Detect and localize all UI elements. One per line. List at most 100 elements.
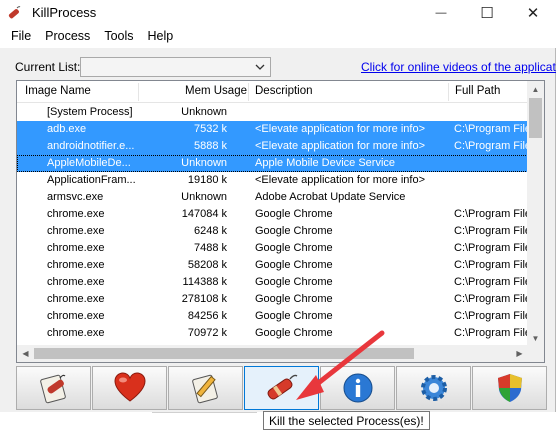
kill-selected-process-button[interactable] xyxy=(244,366,319,410)
table-row[interactable]: chrome.exe 7488 k Google Chrome C:\Program … xyxy=(17,240,528,257)
table-row[interactable]: chrome.exe 6248 k Google Chrome C:\Program … xyxy=(17,223,528,240)
cell-full-path: C:\Program File xyxy=(454,208,528,220)
cell-image-name: adb.exe xyxy=(47,123,87,135)
cell-mem-usage: 84256 k xyxy=(187,310,227,322)
table-row[interactable]: chrome.exe 114388 k Google Chrome C:\Progra… xyxy=(17,274,528,291)
horizontal-scrollbar[interactable]: ◀ ▶ xyxy=(17,345,528,362)
cell-image-name: chrome.exe xyxy=(47,293,105,305)
cell-mem-usage: Unknown xyxy=(181,191,227,203)
scroll-up-arrow-icon[interactable]: ▲ xyxy=(527,81,544,98)
cell-image-name: AppleMobileDe... xyxy=(47,157,131,169)
minimize-icon: — xyxy=(435,7,447,19)
info-icon xyxy=(343,373,372,403)
title-bar[interactable]: KillProcess — ☐ ✕ xyxy=(0,0,556,26)
cell-description: Google Chrome xyxy=(255,327,333,339)
close-icon: ✕ xyxy=(526,5,540,22)
scroll-right-arrow-icon[interactable]: ▶ xyxy=(511,345,528,362)
cell-description: Google Chrome xyxy=(255,242,333,254)
settings-button[interactable] xyxy=(396,366,471,410)
menu-process[interactable]: Process xyxy=(38,26,97,48)
favorites-button[interactable] xyxy=(92,366,167,410)
background-window-fragment xyxy=(152,412,257,428)
horizontal-scroll-thumb[interactable] xyxy=(34,348,414,359)
column-description[interactable]: Description xyxy=(255,81,313,103)
shield-icon xyxy=(497,374,522,402)
cell-mem-usage: Unknown xyxy=(181,157,227,169)
column-mem-usage[interactable]: Mem Usage xyxy=(185,81,247,103)
close-button[interactable]: ✕ xyxy=(510,0,556,26)
menu-help[interactable]: Help xyxy=(141,26,181,48)
table-row[interactable]: chrome.exe 84256 k Google Chrome C:\Program… xyxy=(17,308,528,325)
table-row[interactable]: ApplicationFram... 19180 k <Elevate applic… xyxy=(17,172,528,189)
online-videos-link[interactable]: Click for online videos of the applicati… xyxy=(361,60,556,74)
cell-image-name: armsvc.exe xyxy=(47,191,104,203)
cell-full-path: C:\Program File xyxy=(454,140,528,152)
current-list-label: Current List: xyxy=(15,60,81,74)
cell-description: Google Chrome xyxy=(255,259,333,271)
list-header: Image Name Mem Usage Description Full Pa… xyxy=(17,81,528,103)
column-divider[interactable] xyxy=(448,83,449,101)
dynamite-app-icon xyxy=(8,6,21,19)
cell-description: <Elevate application for more info> xyxy=(255,140,425,152)
cell-description: Google Chrome xyxy=(255,310,333,322)
killprocess-window: KillProcess — ☐ ✕ File Process Tools Hel… xyxy=(0,0,556,412)
cell-mem-usage: 6248 k xyxy=(193,225,227,237)
column-divider[interactable] xyxy=(138,83,139,101)
cell-description: Google Chrome xyxy=(255,276,333,288)
table-row[interactable]: chrome.exe 58208 k Google Chrome C:\Program… xyxy=(17,257,528,274)
menu-bar: File Process Tools Help xyxy=(0,26,556,48)
cell-image-name: chrome.exe xyxy=(47,276,105,288)
chevron-down-icon xyxy=(253,58,267,76)
cell-mem-usage: 5888 k xyxy=(193,140,227,152)
table-row[interactable]: chrome.exe 147084 k Google Chrome C:\Progra… xyxy=(17,206,528,223)
cell-full-path: C:\Program File xyxy=(454,123,528,135)
minimize-button[interactable]: — xyxy=(418,0,464,26)
cell-description: Adobe Acrobat Update Service xyxy=(255,191,406,203)
about-button[interactable] xyxy=(320,366,395,410)
gear-icon xyxy=(420,375,447,401)
cell-description: <Elevate application for more info> xyxy=(255,123,425,135)
cell-mem-usage: 7488 k xyxy=(193,242,227,254)
menu-file[interactable]: File xyxy=(0,26,38,48)
edit-list-button[interactable] xyxy=(168,366,243,410)
kill-from-list-button[interactable] xyxy=(16,366,91,410)
scroll-left-arrow-icon[interactable]: ◀ xyxy=(17,345,34,362)
current-list-dropdown[interactable] xyxy=(80,57,271,77)
cell-image-name: chrome.exe xyxy=(47,259,105,271)
cell-full-path: C:\Program File xyxy=(454,259,528,271)
column-divider[interactable] xyxy=(248,83,249,101)
cell-mem-usage: 278108 k xyxy=(181,293,227,305)
run-as-admin-button[interactable] xyxy=(472,366,547,410)
vertical-scroll-thumb[interactable] xyxy=(529,98,542,138)
notepad-pencil-icon xyxy=(191,374,218,404)
cell-description: Google Chrome xyxy=(255,225,333,237)
table-row[interactable]: chrome.exe 278108 k Google Chrome C:\Progra… xyxy=(17,291,528,308)
cell-image-name: chrome.exe xyxy=(47,310,105,322)
column-image-name[interactable]: Image Name xyxy=(25,81,91,103)
cell-description: Google Chrome xyxy=(255,208,333,220)
menu-tools[interactable]: Tools xyxy=(97,26,140,48)
cell-image-name: ApplicationFram... xyxy=(47,174,136,186)
dynamite-icon xyxy=(267,374,297,400)
table-row[interactable]: adb.exe 7532 k <Elevate application for mo… xyxy=(17,121,528,138)
cell-image-name: chrome.exe xyxy=(47,225,105,237)
cell-mem-usage: Unknown xyxy=(181,106,227,118)
table-row[interactable]: AppleMobileDe... Unknown Apple Mobile Devi… xyxy=(17,155,528,172)
table-row[interactable]: androidnotifier.e... 5888 k <Elevate appli… xyxy=(17,138,528,155)
vertical-scrollbar[interactable]: ▲ ▼ xyxy=(527,81,544,347)
table-row[interactable]: armsvc.exe Unknown Adobe Acrobat Update Se… xyxy=(17,189,528,206)
table-row[interactable]: chrome.exe 70972 k Google Chrome C:\Program… xyxy=(17,325,528,342)
cell-image-name: chrome.exe xyxy=(47,327,105,339)
cell-image-name: [System Process] xyxy=(47,106,133,118)
maximize-button[interactable]: ☐ xyxy=(464,0,510,26)
cell-mem-usage: 19180 k xyxy=(187,174,227,186)
scrollbar-corner xyxy=(527,345,544,362)
process-list[interactable]: Image Name Mem Usage Description Full Pa… xyxy=(16,80,545,363)
cell-full-path: C:\Program File xyxy=(454,276,528,288)
notepad-dynamite-icon xyxy=(39,374,66,404)
cell-mem-usage: 70972 k xyxy=(187,327,227,339)
column-full-path[interactable]: Full Path xyxy=(455,81,500,103)
cell-description: <Elevate application for more info> xyxy=(255,174,425,186)
table-row[interactable]: [System Process] Unknown xyxy=(17,104,528,121)
window-title: KillProcess xyxy=(32,5,97,20)
